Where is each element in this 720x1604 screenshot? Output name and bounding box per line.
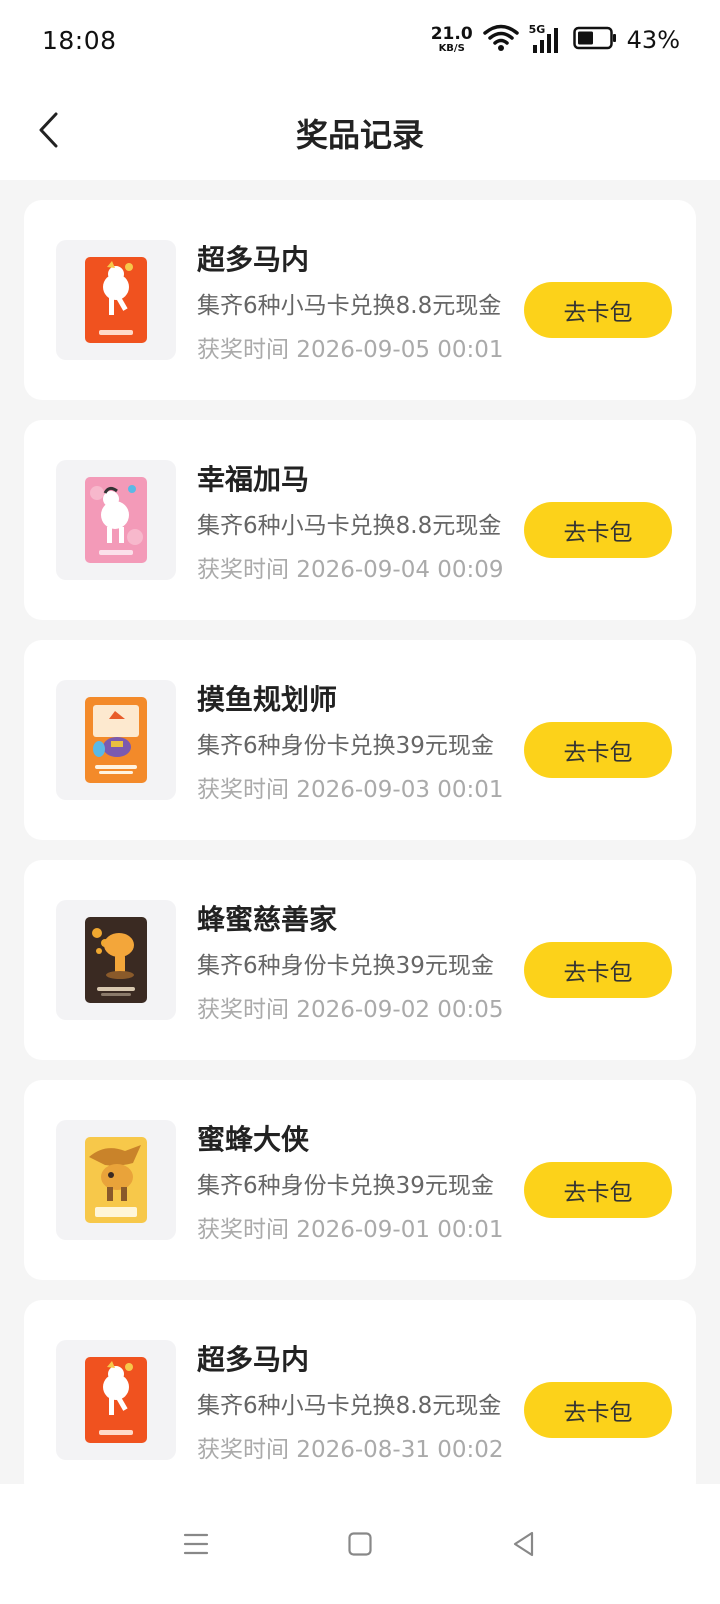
prize-record-card: 超多马内 集齐6种小马卡兑换8.8元现金 获奖时间 2026-09-05 00:… bbox=[24, 200, 696, 400]
signal-icon: 5G bbox=[529, 23, 563, 55]
prize-description: 集齐6种小马卡兑换8.8元现金 bbox=[197, 1393, 502, 1419]
prize-record-card: 蜜蜂大侠 集齐6种身份卡兑换39元现金 获奖时间 2026-09-01 00:0… bbox=[24, 1080, 696, 1280]
prize-record-card: 蜂蜜慈善家 集齐6种身份卡兑换39元现金 获奖时间 2026-09-02 00:… bbox=[24, 860, 696, 1060]
prize-record-card: 超多马内 集齐6种小马卡兑换8.8元现金 获奖时间 2026-08-31 00:… bbox=[24, 1300, 696, 1500]
go-card-bag-button[interactable]: 去卡包 bbox=[524, 1162, 672, 1218]
status-bar: 18:08 21.0 KB/S 5G 43% bbox=[0, 0, 720, 80]
prize-card-thumbnail bbox=[56, 900, 176, 1020]
net-speed: 21.0 KB/S bbox=[431, 26, 473, 54]
wifi-icon bbox=[482, 24, 519, 56]
prize-description: 集齐6种身份卡兑换39元现金 bbox=[197, 1173, 494, 1199]
prize-card-thumbnail bbox=[56, 240, 176, 360]
prize-description: 集齐6种身份卡兑换39元现金 bbox=[197, 953, 494, 979]
menu-button[interactable] bbox=[174, 1522, 218, 1566]
net-speed-unit: KB/S bbox=[438, 43, 465, 54]
prize-time: 获奖时间 2026-08-31 00:02 bbox=[197, 1437, 504, 1463]
net-speed-value: 21.0 bbox=[430, 24, 473, 44]
prize-time: 获奖时间 2026-09-02 00:05 bbox=[197, 997, 504, 1023]
prize-card-thumbnail bbox=[56, 460, 176, 580]
prize-title: 超多马内 bbox=[197, 1343, 310, 1376]
prize-time: 获奖时间 2026-09-05 00:01 bbox=[197, 337, 504, 363]
prize-record-card: 幸福加马 集齐6种小马卡兑换8.8元现金 获奖时间 2026-09-04 00:… bbox=[24, 420, 696, 620]
battery-icon bbox=[572, 26, 617, 54]
prize-card-thumbnail bbox=[56, 1120, 176, 1240]
header: 奖品记录 bbox=[0, 80, 720, 180]
triangle-back-icon bbox=[513, 1531, 534, 1557]
prize-description: 集齐6种小马卡兑换8.8元现金 bbox=[197, 513, 502, 539]
go-card-bag-button[interactable]: 去卡包 bbox=[524, 502, 672, 558]
prize-record-list: 超多马内 集齐6种小马卡兑换8.8元现金 获奖时间 2026-09-05 00:… bbox=[24, 200, 696, 1520]
go-card-bag-button[interactable]: 去卡包 bbox=[524, 1382, 672, 1438]
prize-title: 摸鱼规划师 bbox=[197, 683, 338, 716]
go-card-bag-button[interactable]: 去卡包 bbox=[524, 722, 672, 778]
prize-title: 幸福加马 bbox=[197, 463, 310, 496]
page-title: 奖品记录 bbox=[295, 116, 424, 154]
status-icons: 21.0 KB/S 5G 43% bbox=[431, 23, 680, 56]
system-nav-bar bbox=[0, 1484, 720, 1604]
system-back-button[interactable] bbox=[502, 1522, 546, 1566]
square-home-icon bbox=[348, 1532, 372, 1556]
home-button[interactable] bbox=[338, 1522, 382, 1566]
prize-title: 蜜蜂大侠 bbox=[197, 1123, 310, 1156]
prize-record-card: 摸鱼规划师 集齐6种身份卡兑换39元现金 获奖时间 2026-09-03 00:… bbox=[24, 640, 696, 840]
prize-description: 集齐6种小马卡兑换8.8元现金 bbox=[197, 293, 502, 319]
prize-time: 获奖时间 2026-09-03 00:01 bbox=[197, 777, 504, 803]
prize-card-thumbnail bbox=[56, 680, 176, 800]
battery-percent: 43% bbox=[626, 26, 680, 54]
prize-time: 获奖时间 2026-09-04 00:09 bbox=[197, 557, 504, 583]
status-time: 18:08 bbox=[42, 25, 117, 55]
prize-card-thumbnail bbox=[56, 1340, 176, 1460]
prize-description: 集齐6种身份卡兑换39元现金 bbox=[197, 733, 494, 759]
prize-time: 获奖时间 2026-09-01 00:01 bbox=[197, 1217, 504, 1243]
prize-title: 超多马内 bbox=[197, 243, 310, 276]
menu-icon bbox=[183, 1533, 209, 1555]
go-card-bag-button[interactable]: 去卡包 bbox=[524, 942, 672, 998]
go-card-bag-button[interactable]: 去卡包 bbox=[524, 282, 672, 338]
prize-title: 蜂蜜慈善家 bbox=[197, 903, 338, 936]
